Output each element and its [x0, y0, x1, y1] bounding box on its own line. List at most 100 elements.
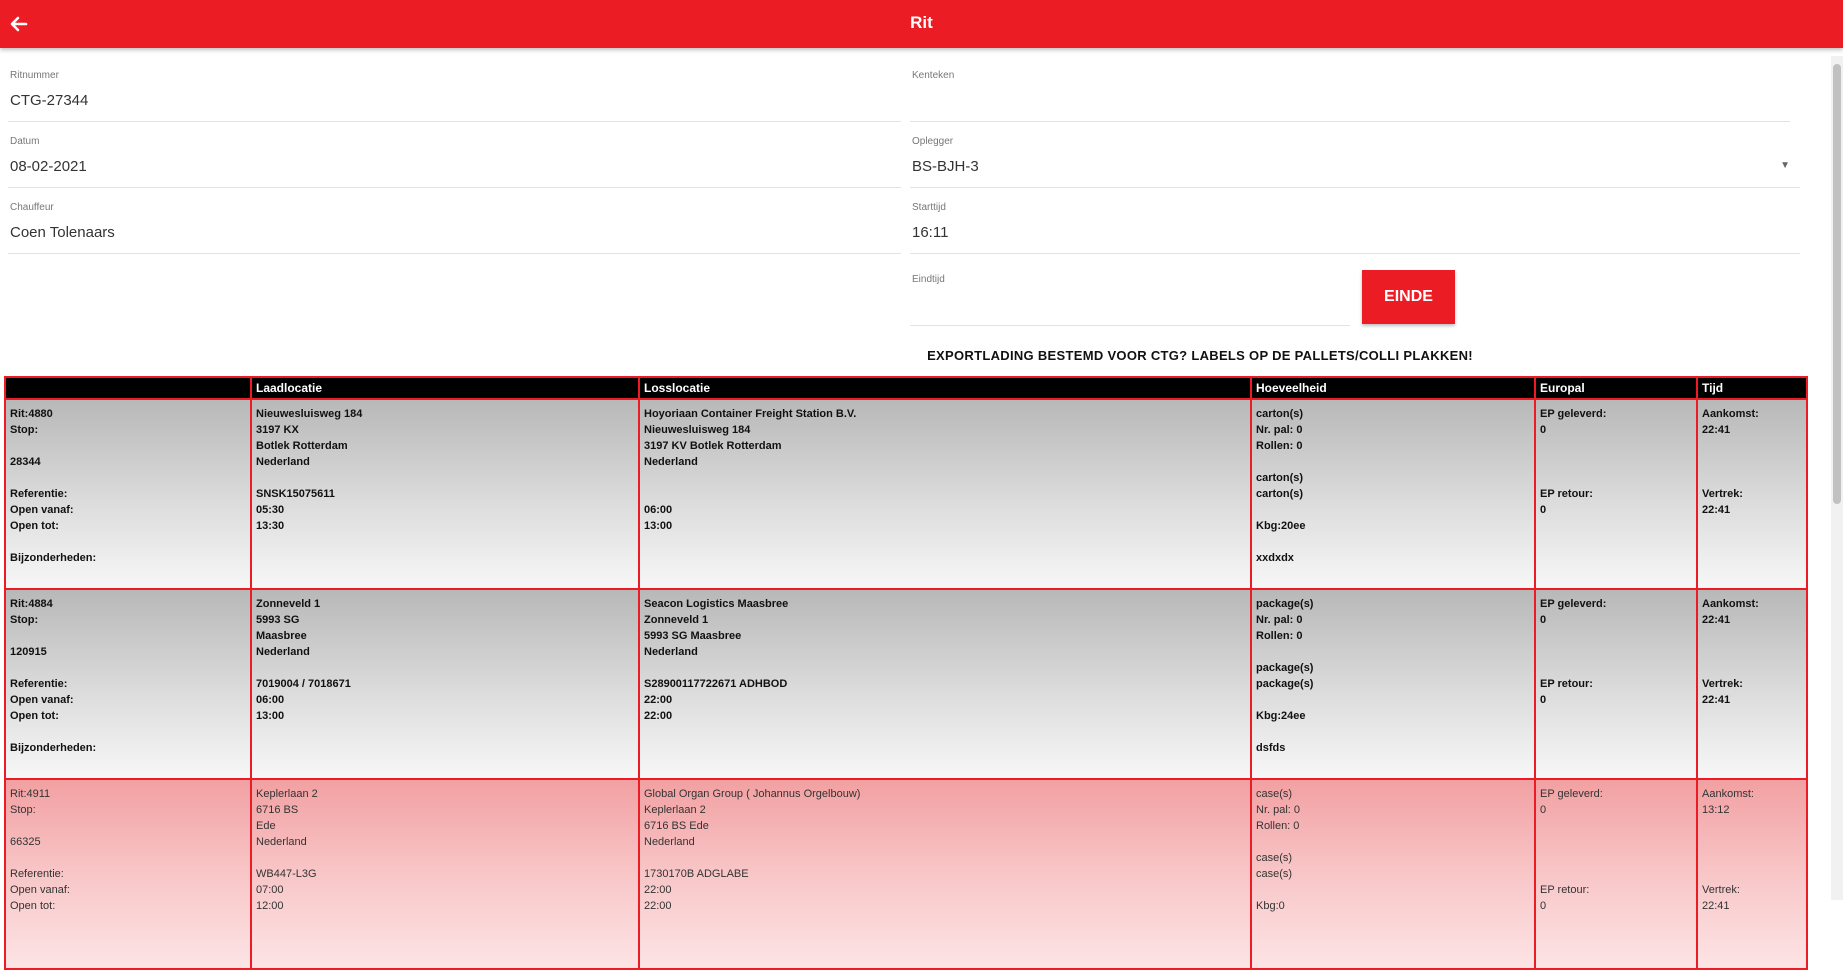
starttijd-field[interactable]: Starttijd 16:11 — [910, 188, 1800, 254]
hoeveelheid-cell: package(s) Nr. pal: 0 Rollen: 0 package(s) p… — [1250, 588, 1536, 780]
table-header-row: Laadlocatie Losslocatie Hoeveelheid Euro… — [4, 376, 1808, 400]
cell-line: SNSK15075611 — [256, 488, 335, 500]
kenteken-label: Kenteken — [912, 70, 955, 81]
scrollbar-thumb[interactable] — [1833, 64, 1841, 504]
cell-line — [1702, 644, 1802, 660]
cell-line: case(s) — [1256, 852, 1293, 864]
cell-line: 120915 — [10, 646, 47, 658]
cell-line: Botlek Rotterdam — [256, 440, 348, 452]
cell-line: 22:00 — [644, 710, 673, 722]
stops-table: Laadlocatie Losslocatie Hoeveelheid Euro… — [4, 376, 1808, 970]
scrollbar[interactable] — [1831, 56, 1843, 900]
cell-line: EP geleverd: — [1540, 408, 1607, 420]
cell-line: 0 — [1540, 900, 1547, 912]
cell-line: xxdxdx — [1256, 552, 1294, 564]
cell-line: 7019004 / 7018671 — [256, 678, 351, 690]
cell-line — [1540, 628, 1692, 644]
cell-line: S28900117722671 ADHBOD — [644, 678, 788, 690]
cell-line: Rit:4880 — [10, 408, 53, 420]
cell-line: Zonneveld 1 — [256, 598, 321, 610]
cell-line — [1702, 470, 1802, 486]
cell-line: 22:41 — [1702, 614, 1731, 626]
cell-line: 07:00 — [256, 884, 284, 896]
cell-line: 05:30 — [256, 504, 285, 516]
cell-line: EP retour: — [1540, 884, 1590, 896]
cell-line — [1702, 454, 1802, 470]
dropdown-arrow-icon: ▼ — [1780, 160, 1790, 171]
cell-line — [10, 534, 246, 550]
oplegger-select[interactable]: Oplegger BS-BJH-3 ▼ — [910, 122, 1800, 188]
tijd-cell: Aankomst: 22:41 Vertrek: 22:41 — [1696, 398, 1808, 590]
cell-line: Kbg:20ee — [1256, 520, 1306, 532]
cell-line: 06:00 — [256, 694, 285, 706]
cell-line — [1256, 692, 1530, 708]
eindtijd-field[interactable]: Eindtijd — [910, 260, 1350, 326]
stop-info-cell: Rit:4884 Stop: 120915 Referentie: Open vanaf… — [4, 588, 252, 780]
cell-line — [1540, 660, 1692, 676]
table-row[interactable]: Rit:4880 Stop: 28344 Referentie: Open vanaf:… — [4, 398, 1808, 590]
cell-line: 13:00 — [644, 520, 673, 532]
cell-line — [1540, 438, 1692, 454]
cell-line: Stop: — [10, 614, 39, 626]
oplegger-value: BS-BJH-3 — [912, 158, 979, 175]
cell-line: carton(s) — [1256, 488, 1304, 500]
ritnummer-field[interactable]: Ritnummer CTG-27344 — [8, 56, 901, 122]
cell-line: Kbg:24ee — [1256, 710, 1306, 722]
cell-line — [1540, 818, 1692, 834]
laadlocatie-cell: Nieuwesluisweg 184 3197 KX Botlek Rotterda… — [250, 398, 640, 590]
cell-line: 22:41 — [1702, 424, 1731, 436]
cell-line: 13:12 — [1702, 804, 1730, 816]
cell-line — [1702, 818, 1802, 834]
cell-line: Keplerlaan 2 — [644, 804, 706, 816]
cell-line: 0 — [1540, 424, 1547, 436]
chauffeur-label: Chauffeur — [10, 202, 54, 213]
cell-line: Referentie: — [10, 678, 68, 690]
eindtijd-label: Eindtijd — [912, 274, 945, 285]
cell-line — [10, 724, 246, 740]
cell-line: Seacon Logistics Maasbree — [644, 598, 789, 610]
page-title: Rit — [910, 13, 933, 32]
cell-line: Rollen: 0 — [1256, 820, 1300, 832]
europal-cell: EP geleverd: 0 EP retour: 0 — [1534, 778, 1698, 970]
cell-line: carton(s) — [1256, 472, 1304, 484]
chauffeur-field[interactable]: Chauffeur Coen Tolenaars — [8, 188, 901, 254]
cell-line — [1256, 502, 1530, 518]
cell-line: Rollen: 0 — [1256, 630, 1303, 642]
cell-line: Aankomst: — [1702, 598, 1759, 610]
losslocatie-cell: Global Organ Group ( Johannus Orgelbouw)… — [638, 778, 1252, 970]
kenteken-field[interactable]: Kenteken — [910, 56, 1790, 122]
datum-field[interactable]: Datum 08-02-2021 — [8, 122, 901, 188]
losslocatie-cell: Seacon Logistics Maasbree Zonneveld 1 5993… — [638, 588, 1252, 780]
cell-line: EP retour: — [1540, 678, 1593, 690]
cell-line: 0 — [1540, 504, 1547, 516]
cell-line — [10, 438, 246, 454]
cell-line — [1540, 470, 1692, 486]
cell-line — [1702, 628, 1802, 644]
laadlocatie-cell: Keplerlaan 2 6716 BS Ede Nederland WB447-L3G… — [250, 778, 640, 970]
cell-line — [1540, 866, 1692, 882]
cell-line: case(s) — [1256, 788, 1293, 800]
cell-line: Open tot: — [10, 520, 59, 532]
cell-line: dsfds — [1256, 742, 1286, 754]
cell-line: Stop: — [10, 424, 39, 436]
cell-line — [10, 850, 246, 866]
cell-line: Rollen: 0 — [1256, 440, 1303, 452]
cell-line: Open tot: — [10, 710, 59, 722]
cell-line — [256, 850, 634, 866]
cell-line — [1256, 724, 1530, 740]
cell-line: Nr. pal: 0 — [1256, 424, 1303, 436]
cell-line: Nederland — [256, 646, 310, 658]
oplegger-label: Oplegger — [912, 136, 954, 147]
cell-line: Nederland — [256, 836, 307, 848]
cell-line: Aankomst: — [1702, 408, 1759, 420]
einde-button[interactable]: EINDE — [1362, 270, 1455, 324]
table-row[interactable]: Rit:4911 Stop: 66325 Referentie: Open vanaf:… — [4, 778, 1808, 970]
table-row[interactable]: Rit:4884 Stop: 120915 Referentie: Open vanaf… — [4, 588, 1808, 780]
back-button[interactable] — [4, 9, 34, 39]
cell-line: 22:00 — [644, 884, 672, 896]
cell-line: Nederland — [644, 836, 695, 848]
cell-line: 5993 SG — [256, 614, 300, 626]
cell-line — [1702, 866, 1802, 882]
hoeveelheid-cell: carton(s) Nr. pal: 0 Rollen: 0 carton(s) car… — [1250, 398, 1536, 590]
europal-cell: EP geleverd: 0 EP retour: 0 — [1534, 588, 1698, 780]
